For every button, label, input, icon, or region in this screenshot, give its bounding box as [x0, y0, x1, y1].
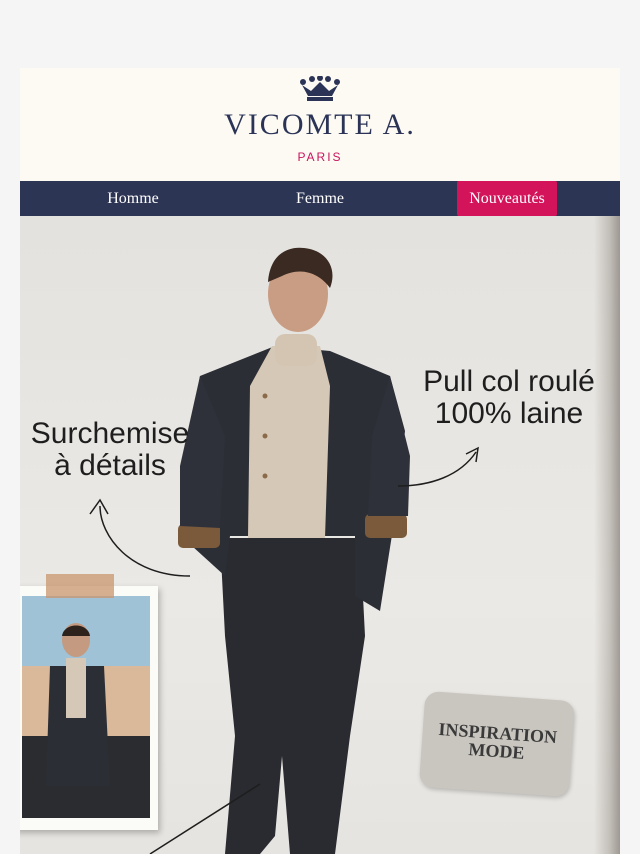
polaroid-image [22, 596, 150, 818]
email-card: VICOMTE A. PARIS Homme Femme Nouveautés [20, 68, 620, 854]
callout-overshirt-line2: à détails [54, 448, 166, 482]
callout-overshirt-line1: Surchemise [30, 417, 190, 450]
paper-fold-shadow [594, 216, 620, 854]
callout-turtleneck: Pull col roulé 100% laine [416, 366, 602, 429]
callout-turtleneck-line1: Pull col roulé [423, 365, 595, 398]
nav-item-nouveautes[interactable]: Nouveautés [457, 181, 557, 216]
main-nav: Homme Femme Nouveautés [20, 181, 620, 216]
nav-item-femme[interactable]: Femme [264, 181, 376, 216]
crown-icon [300, 76, 340, 101]
hero-banner[interactable]: Surchemise à détails Pull col roulé 100%… [20, 216, 620, 854]
polaroid-photo [20, 586, 158, 830]
inspiration-badge: INSPIRATION MODE [418, 690, 576, 798]
nav-item-homme[interactable]: Homme [77, 181, 189, 216]
callout-turtleneck-line2: 100% laine [434, 396, 584, 430]
tape-strip [46, 574, 114, 598]
callout-overshirt: Surchemise à détails [26, 418, 194, 481]
brand-header: VICOMTE A. PARIS [20, 68, 620, 181]
brand-city: PARIS [297, 150, 343, 164]
brand-logo-text[interactable]: VICOMTE A. [20, 108, 620, 142]
